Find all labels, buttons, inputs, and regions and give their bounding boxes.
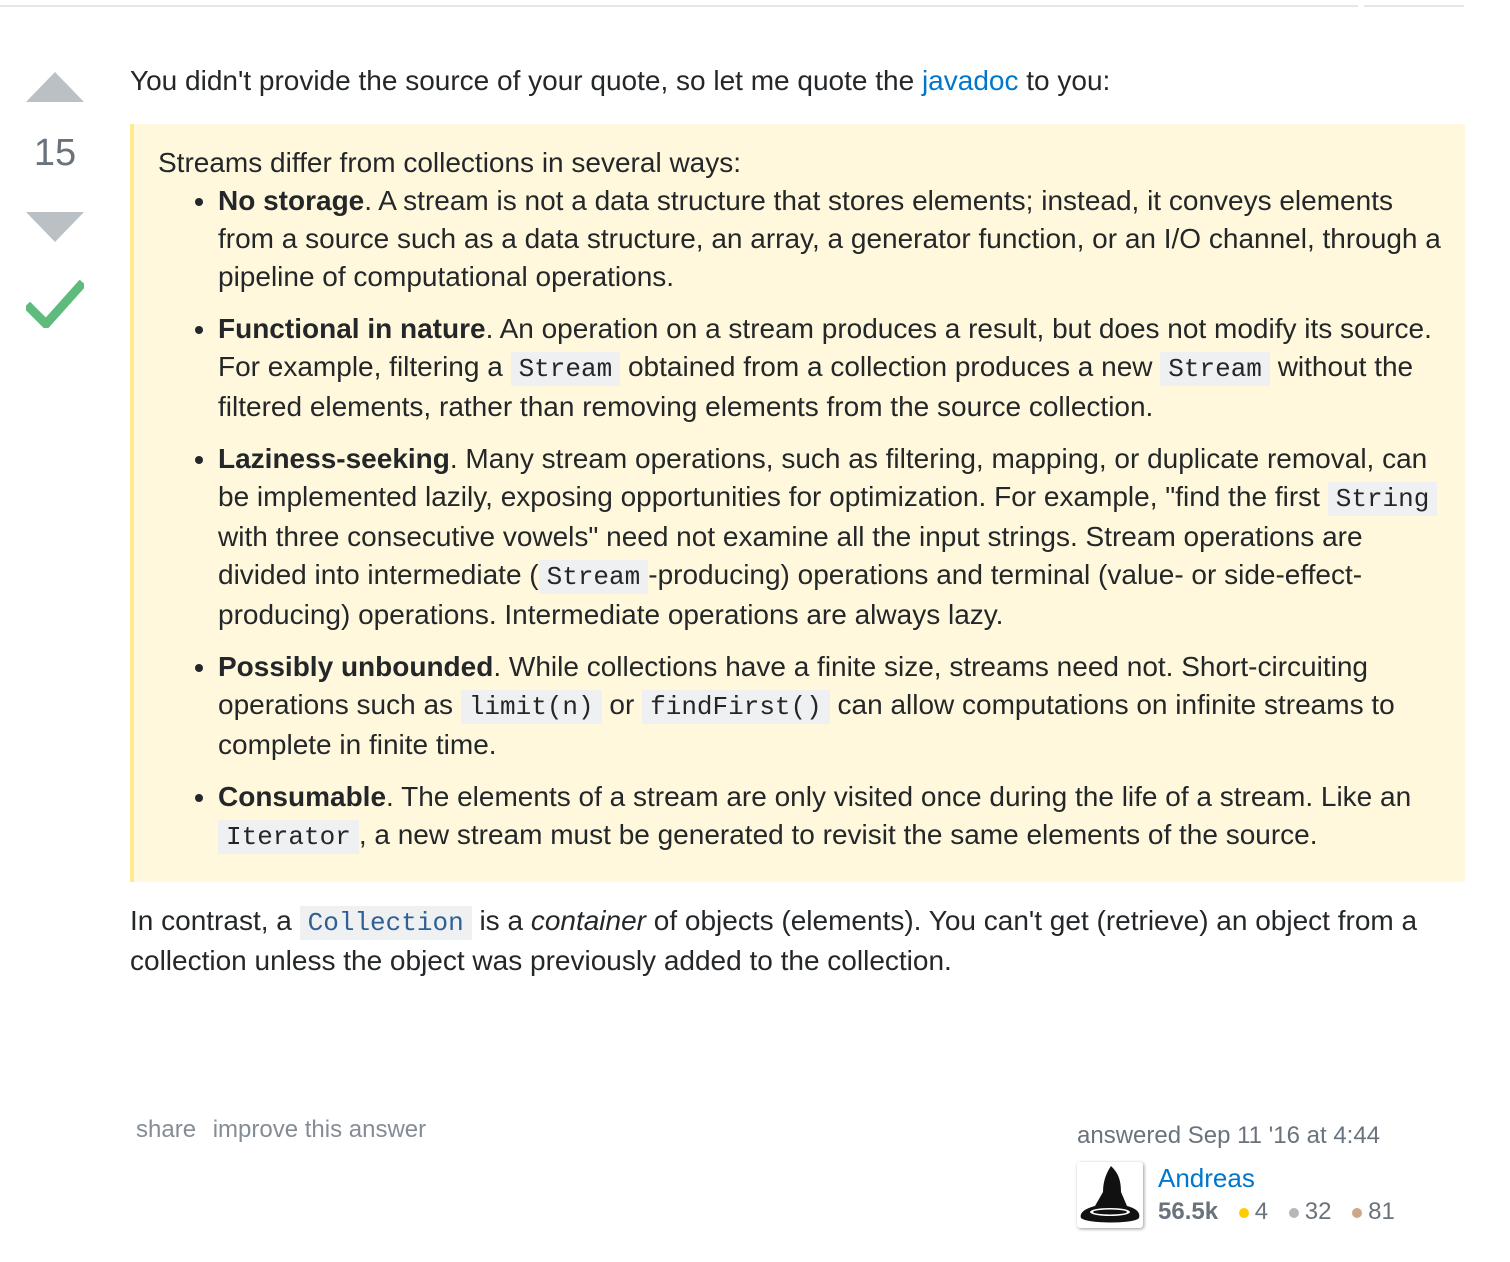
downvote-arrow-icon[interactable]	[26, 212, 84, 242]
improve-answer-link[interactable]: improve this answer	[213, 1116, 426, 1143]
intro-paragraph: You didn't provide the source of your qu…	[130, 62, 1465, 100]
answer-body: You didn't provide the source of your qu…	[130, 62, 1465, 980]
inline-code: Stream	[1160, 352, 1270, 386]
javadoc-quote: Streams differ from collections in sever…	[130, 124, 1465, 882]
inline-code: Stream	[538, 560, 649, 594]
inline-code: Collection	[299, 906, 472, 940]
item-text: obtained from a collection produces a ne…	[620, 351, 1161, 382]
upvote-arrow-icon[interactable]	[26, 72, 84, 102]
accepted-checkmark-icon	[26, 280, 84, 328]
silver-badge-icon	[1288, 1207, 1299, 1218]
outro-text: is a	[471, 905, 531, 936]
inline-code: findFirst()	[642, 690, 830, 724]
user-info: Andreas 56.5k 4 32 81	[1077, 1162, 1467, 1230]
bronze-badge-count: 81	[1368, 1198, 1395, 1225]
item-title: Possibly unbounded	[218, 651, 494, 682]
answered-timestamp: answered Sep 11 '16 at 4:44	[1077, 1122, 1381, 1149]
list-item: Laziness-seeking. Many stream operations…	[218, 440, 1445, 634]
user-card: answered Sep 11 '16 at 4:44 Andreas 56.5…	[1077, 1122, 1467, 1230]
vote-panel: 15	[18, 72, 92, 328]
inline-code: Iterator	[218, 820, 359, 854]
outro-text: In contrast, a	[130, 905, 300, 936]
javadoc-link[interactable]: javadoc	[922, 65, 1019, 96]
item-text: . The elements of a stream are only visi…	[386, 781, 1412, 812]
list-item: Possibly unbounded. While collections ha…	[218, 648, 1445, 764]
share-link[interactable]: share	[136, 1116, 196, 1143]
outro-paragraph: In contrast, a Collection is a container…	[130, 902, 1465, 980]
list-item: No storage. A stream is not a data struc…	[218, 182, 1445, 296]
post-menu: share improve this answer	[136, 1116, 436, 1144]
list-item: Consumable. The elements of a stream are…	[218, 778, 1445, 856]
reputation-line: 56.5k 4 32 81	[1158, 1194, 1395, 1230]
vote-count: 15	[33, 132, 77, 174]
bronze-badge-icon	[1352, 1207, 1363, 1218]
item-text: or	[601, 689, 643, 720]
user-avatar-witch-hat-icon[interactable]	[1077, 1162, 1143, 1228]
silver-badge-count: 32	[1304, 1198, 1332, 1225]
item-title: No storage	[218, 185, 365, 216]
item-title: Laziness-seeking	[218, 443, 450, 474]
item-text: , a new stream must be generated to revi…	[358, 819, 1318, 850]
inline-code: limit(n)	[460, 690, 602, 724]
user-name-link[interactable]: Andreas	[1158, 1162, 1395, 1194]
top-divider	[0, 0, 1358, 7]
gold-badge-icon	[1238, 1207, 1249, 1218]
top-divider-right	[1364, 0, 1464, 7]
list-item: Functional in nature. An operation on a …	[218, 310, 1445, 426]
user-details: Andreas 56.5k 4 32 81	[1158, 1162, 1395, 1230]
item-text: . A stream is not a data structure that …	[218, 185, 1441, 292]
emphasis-text: container	[530, 905, 646, 936]
inline-code: Stream	[510, 352, 621, 386]
intro-text-end: to you:	[1018, 65, 1111, 96]
item-title: Consumable	[218, 781, 387, 812]
item-title: Functional in nature	[218, 313, 486, 344]
inline-code: String	[1327, 482, 1438, 516]
intro-text: You didn't provide the source of your qu…	[130, 65, 922, 96]
gold-badge-count: 4	[1254, 1198, 1269, 1225]
quote-list: No storage. A stream is not a data struc…	[158, 182, 1445, 856]
reputation-score: 56.5k	[1158, 1198, 1219, 1225]
quote-lead: Streams differ from collections in sever…	[158, 147, 742, 178]
